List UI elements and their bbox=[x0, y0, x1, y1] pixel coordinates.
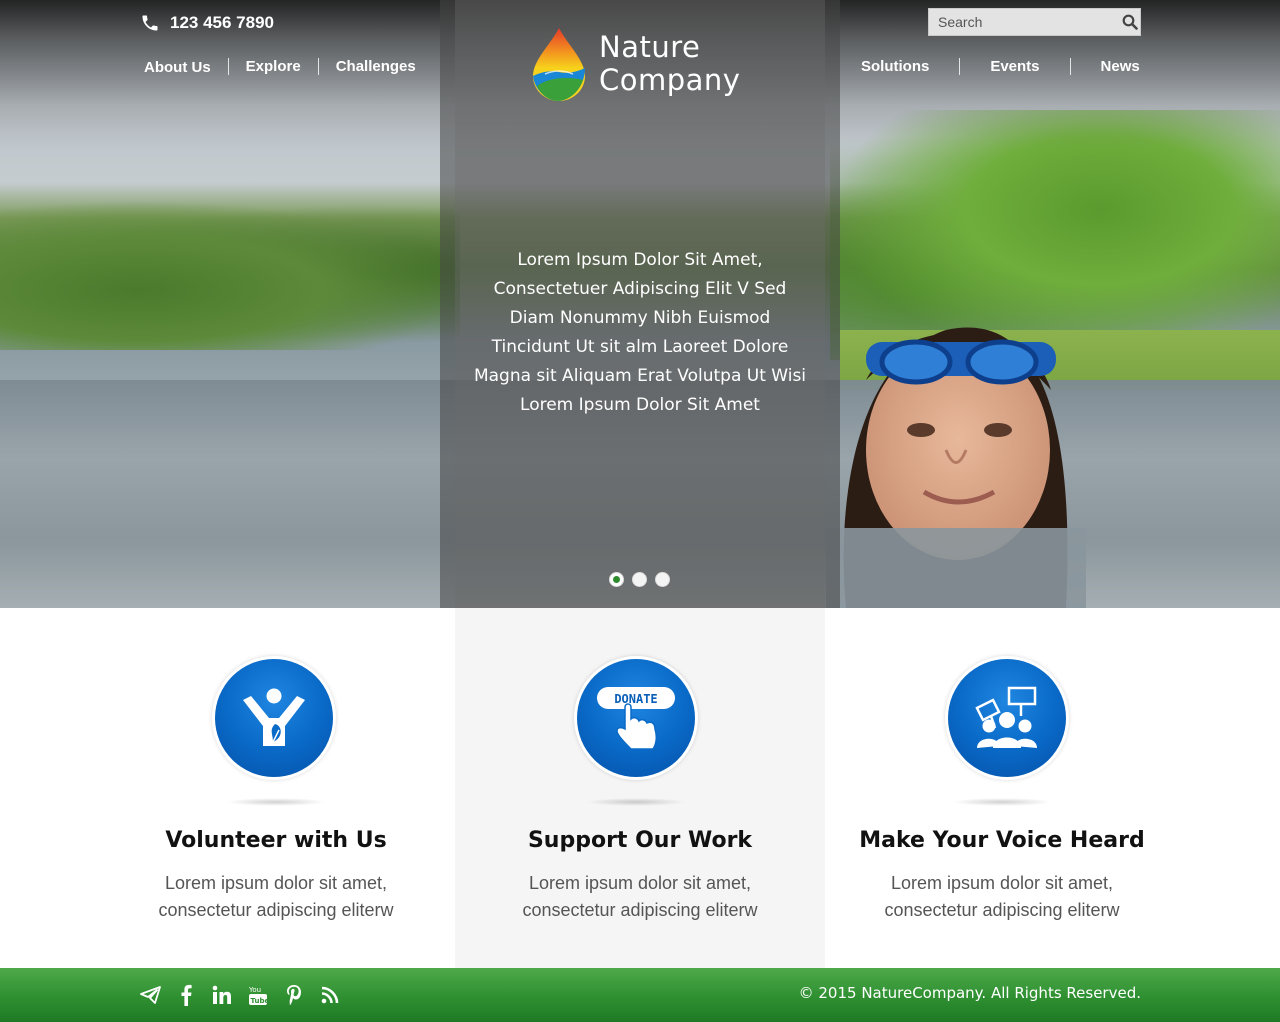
nav-divider bbox=[317, 57, 319, 75]
search-icon bbox=[1122, 14, 1138, 30]
feature-description-line: Lorem ipsum dolor sit amet, bbox=[890, 873, 1114, 893]
svg-text:Tube: Tube bbox=[251, 997, 269, 1005]
feature-voice-badge[interactable] bbox=[945, 656, 1069, 780]
nav-item-events[interactable]: Events bbox=[990, 58, 1039, 75]
nav-divider bbox=[227, 57, 229, 75]
logo-wordmark: Nature Company bbox=[599, 31, 740, 97]
copyright-text: © 2015 NatureCompany. All Rights Reserve… bbox=[798, 984, 1141, 1002]
feature-volunteer-badge[interactable] bbox=[212, 656, 336, 780]
logo-text-line1: Nature bbox=[599, 30, 701, 64]
site-footer: You Tube © 2015 NatureCompany. All Right… bbox=[0, 968, 1280, 1022]
nav-item-challenges[interactable]: Challenges bbox=[336, 58, 416, 75]
slider-dot-1[interactable] bbox=[609, 572, 624, 587]
feature-title: Support Our Work bbox=[527, 828, 753, 853]
social-links: You Tube bbox=[139, 983, 355, 1007]
phone-number: 123 456 7890 bbox=[170, 13, 274, 32]
phone-icon bbox=[142, 15, 158, 31]
header-phone[interactable]: 123 456 7890 bbox=[140, 12, 274, 34]
feature-description-line: consectetur adipiscing eliterw bbox=[158, 900, 394, 920]
slider-pagination bbox=[609, 572, 670, 587]
nav-item-news[interactable]: News bbox=[1101, 58, 1140, 75]
donate-icon: DONATE bbox=[597, 687, 675, 750]
nav-divider bbox=[1069, 58, 1071, 75]
feature-icon-shadow bbox=[952, 798, 1052, 806]
youtube-icon: You Tube bbox=[248, 986, 269, 1005]
feature-description-line: Lorem ipsum dolor sit amet, bbox=[528, 873, 752, 893]
feature-description: Lorem ipsum dolor sit amet, consectetur … bbox=[812, 870, 1192, 924]
nav-divider bbox=[959, 58, 961, 75]
nav-item-explore[interactable]: Explore bbox=[246, 58, 301, 75]
site-logo[interactable]: Nature Company bbox=[531, 26, 740, 102]
donate-icon-label: DONATE bbox=[614, 692, 657, 706]
social-link-send[interactable] bbox=[139, 983, 161, 1007]
volunteer-icon bbox=[243, 688, 305, 746]
hero-slider: 123 456 7890 About Us Explore Challenges… bbox=[0, 0, 1280, 608]
feature-description-line: Lorem ipsum dolor sit amet, bbox=[164, 873, 388, 893]
nav-item-about-us[interactable]: About Us bbox=[144, 59, 211, 76]
feature-description: Lorem ipsum dolor sit amet, consectetur … bbox=[450, 870, 830, 924]
social-link-facebook[interactable] bbox=[175, 983, 197, 1007]
nav-item-solutions[interactable]: Solutions bbox=[861, 58, 929, 75]
search-box bbox=[928, 8, 1141, 36]
rss-icon bbox=[321, 986, 339, 1004]
search-button[interactable] bbox=[1119, 9, 1140, 35]
nav-right: Solutions Events News bbox=[861, 58, 1140, 75]
feature-description-line: consectetur adipiscing eliterw bbox=[522, 900, 758, 920]
nav-left: About Us Explore Challenges bbox=[144, 56, 416, 76]
feature-title: Volunteer with Us bbox=[165, 828, 387, 853]
send-icon bbox=[139, 986, 161, 1004]
features-section: Volunteer with Us Lorem ipsum dolor sit … bbox=[0, 608, 1280, 968]
social-link-youtube[interactable]: You Tube bbox=[247, 983, 269, 1007]
feature-title: Make Your Voice Heard bbox=[859, 828, 1145, 853]
feature-description: Lorem ipsum dolor sit amet, consectetur … bbox=[86, 870, 466, 924]
slider-dot-3[interactable] bbox=[655, 572, 670, 587]
protest-group-icon bbox=[975, 686, 1037, 748]
logo-text-line2: Company bbox=[599, 63, 741, 97]
logo-drop-icon bbox=[533, 28, 585, 101]
feature-icon-shadow bbox=[226, 798, 326, 806]
feature-icon-shadow bbox=[586, 798, 686, 806]
linkedin-icon bbox=[212, 985, 231, 1004]
search-input[interactable] bbox=[929, 9, 1119, 35]
hero-caption: Lorem Ipsum Dolor Sit Amet, Consectetuer… bbox=[473, 250, 807, 415]
hero-photo-swimmer bbox=[826, 327, 1086, 608]
svg-text:You: You bbox=[248, 986, 261, 994]
pinterest-icon bbox=[287, 985, 301, 1005]
facebook-icon bbox=[181, 984, 192, 1006]
hero-background-trees-left bbox=[0, 200, 460, 350]
feature-description-line: consectetur adipiscing eliterw bbox=[884, 900, 1120, 920]
social-link-linkedin[interactable] bbox=[211, 983, 233, 1007]
social-link-pinterest[interactable] bbox=[283, 983, 305, 1007]
social-link-rss[interactable] bbox=[319, 983, 341, 1007]
slider-dot-2[interactable] bbox=[632, 572, 647, 587]
feature-donate-badge[interactable]: DONATE bbox=[574, 656, 698, 780]
